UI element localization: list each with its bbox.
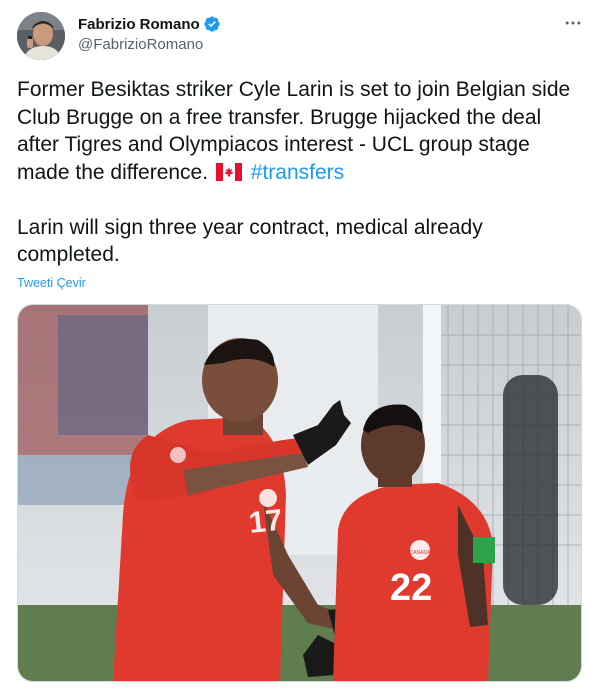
translate-tweet-link[interactable]: Tweeti Çevir [17,276,86,290]
jersey-number-right: 22 [390,567,432,609]
more-horizontal-icon [563,13,583,38]
author-name-row: Fabrizio Romano [78,14,221,34]
photo-illustration: CANADA 17 22 [18,305,581,681]
more-options-button[interactable] [558,12,588,38]
tweet-photo[interactable]: CANADA 17 22 [17,304,582,682]
verified-badge-icon [203,15,221,33]
tweet-paragraph-1: Former Besiktas striker Cyle Larin is se… [17,76,585,186]
jersey-number-left: 17 [247,504,284,540]
jersey-crest-text: CANADA [410,550,432,556]
canada-flag-icon [215,161,242,181]
tweet-text: Former Besiktas striker Cyle Larin is se… [17,76,585,269]
tweet-card: Fabrizio Romano @FabrizioRomano Former B… [0,0,597,695]
author-display-name[interactable]: Fabrizio Romano [78,16,200,33]
avatar[interactable] [17,12,65,60]
hashtag-link[interactable]: #transfers [251,161,344,184]
avatar-image [17,12,65,60]
author-handle[interactable]: @FabrizioRomano [78,36,203,53]
tweet-paragraph-2: Larin will sign three year contract, med… [17,215,483,267]
